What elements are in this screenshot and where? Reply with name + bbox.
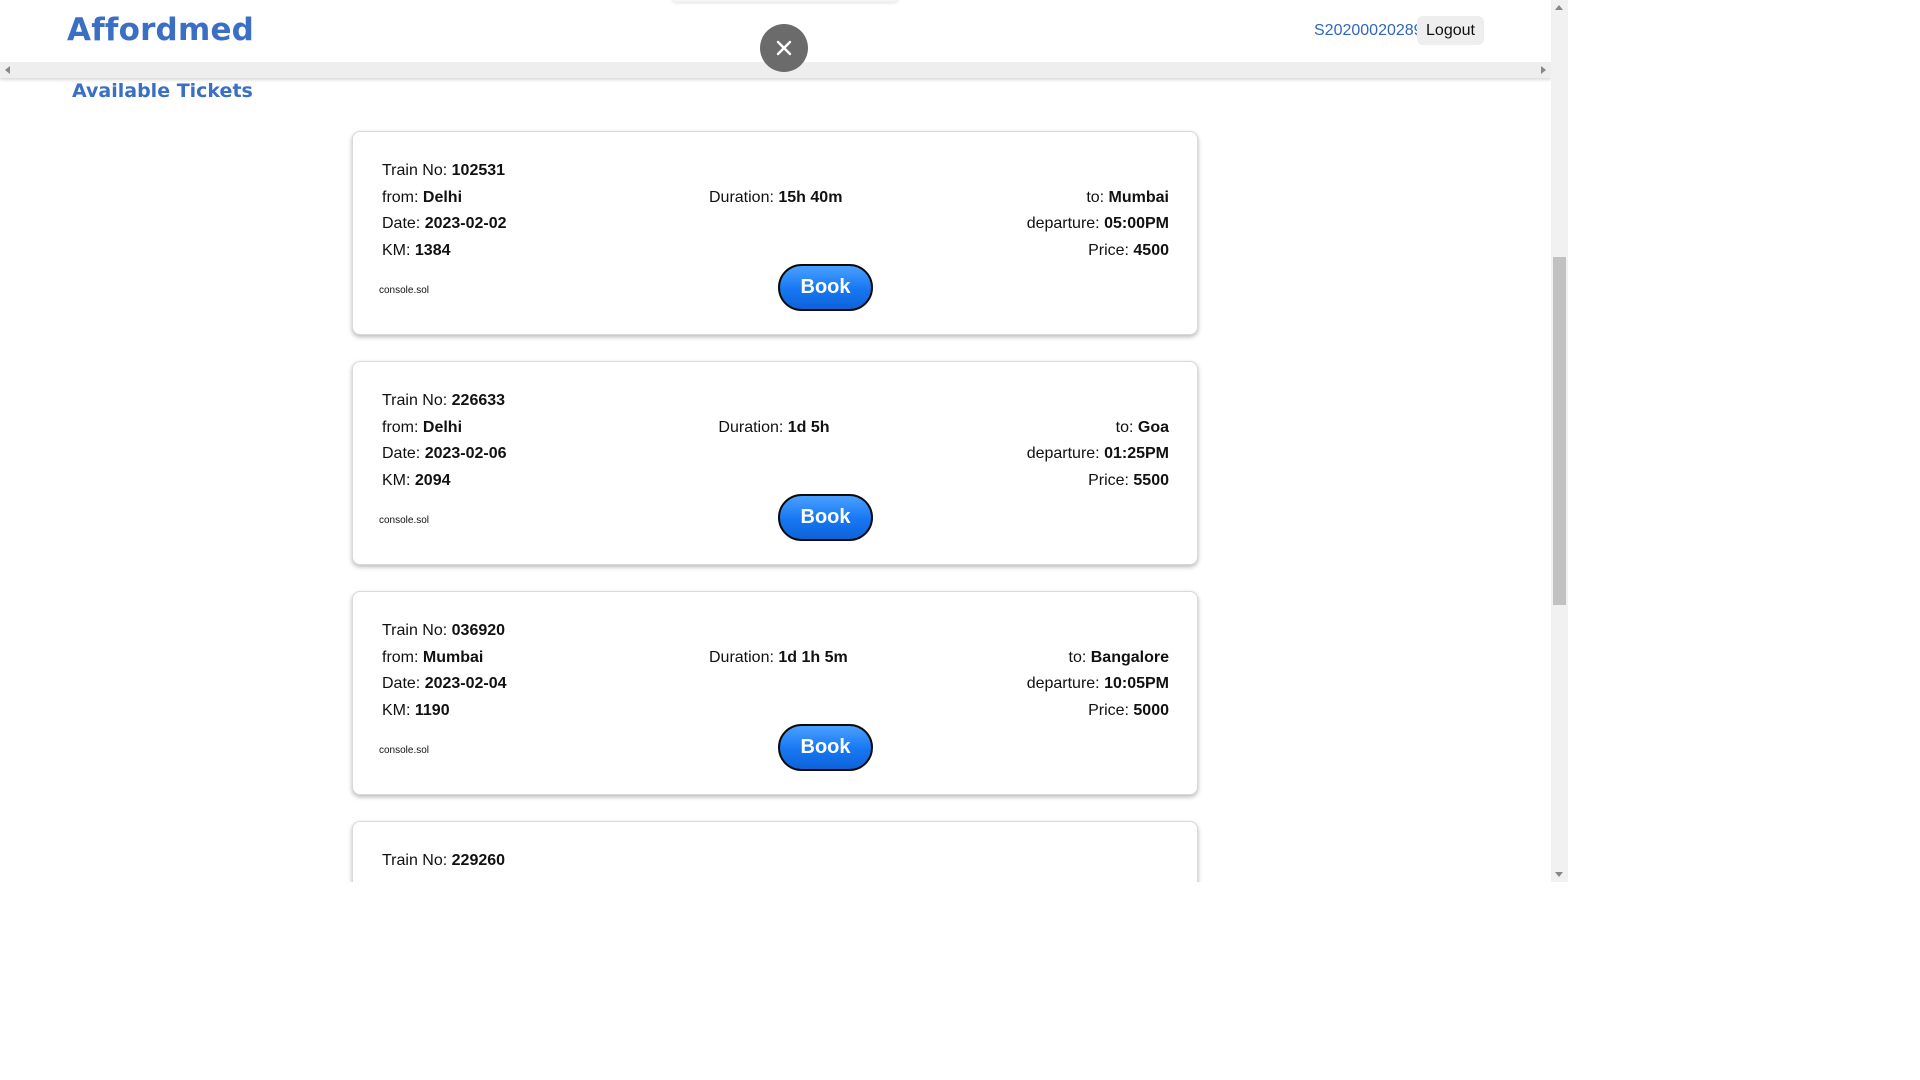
from-station: from: Delhi [382,419,463,436]
train-number: Train No: 102531 [382,162,506,179]
book-button[interactable]: Book [778,264,873,311]
logout-button[interactable]: Logout [1417,16,1484,45]
travel-date: Date: 2023-02-04 [382,675,507,692]
scroll-down-icon[interactable] [1555,872,1563,877]
scroll-up-icon[interactable] [1555,5,1563,10]
train-number: Train No: 229260 [382,852,506,869]
price: Price: 4500 [1088,242,1169,259]
ticket-card: Train No: 036920 from: Mumbai Date: 2023… [352,591,1198,795]
to-station: to: Bangalore [1068,649,1169,666]
scroll-left-icon[interactable] [5,66,10,74]
train-number: Train No: 226633 [382,392,506,409]
from-station: from: Delhi [382,189,463,206]
price: Price: 5000 [1088,702,1169,719]
departure-time: departure: 01:25PM [1026,445,1169,462]
train-number: Train No: 036920 [382,622,506,639]
ticket-card: Train No: 102531 from: Delhi Date: 2023-… [352,131,1198,335]
distance-km: KM: 1190 [382,702,450,719]
distance-km: KM: 2094 [382,472,451,489]
price: Price: 5500 [1088,472,1169,489]
departure-time: departure: 10:05PM [1026,675,1169,692]
page: Affordmed S20200020289 Logout Available … [0,0,1568,882]
console-note: console.sol [379,515,430,526]
scroll-right-icon[interactable] [1541,66,1546,74]
console-note: console.sol [379,285,430,296]
distance-km: KM: 1384 [382,242,451,259]
duration: Duration: 1d 5h [718,419,830,436]
duration: Duration: 1d 1h 5m [709,649,848,666]
book-button[interactable]: Book [778,494,873,541]
brand-logo[interactable]: Affordmed [67,12,254,48]
vertical-scrollbar[interactable] [1551,0,1568,882]
close-icon [776,40,792,56]
close-button[interactable] [760,24,808,72]
scrollbar-thumb[interactable] [1553,257,1566,605]
book-button[interactable]: Book [778,724,873,771]
from-station: from: Mumbai [382,649,484,666]
section-title: Available Tickets [72,80,253,102]
to-station: to: Goa [1115,419,1169,436]
top-drag-handle [672,0,898,2]
ticket-card: Train No: 226633 from: Delhi Date: 2023-… [352,361,1198,565]
to-station: to: Mumbai [1086,189,1169,206]
travel-date: Date: 2023-02-06 [382,445,507,462]
duration: Duration: 15h 40m [709,189,843,206]
user-id: S20200020289 [1314,22,1423,39]
travel-date: Date: 2023-02-02 [382,215,507,232]
ticket-card: Train No: 229260 [352,821,1198,882]
departure-time: departure: 05:00PM [1026,215,1169,232]
console-note: console.sol [379,745,430,756]
